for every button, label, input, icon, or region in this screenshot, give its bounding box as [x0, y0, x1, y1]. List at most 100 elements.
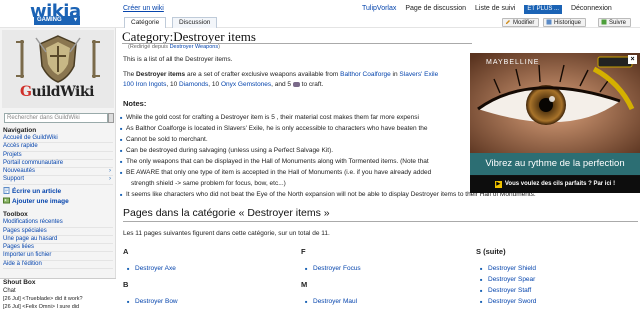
pencil-icon — [506, 20, 510, 24]
search-input[interactable]: Rechercher dans GuildWiki — [4, 113, 108, 123]
note-item: While the gold cost for crafting a Destr… — [120, 113, 419, 122]
hub-menu[interactable]: GAMING ▾ — [34, 16, 80, 25]
category-letter: F — [301, 247, 306, 256]
hub-label: GAMING — [37, 17, 62, 23]
tab-discussion[interactable]: Discussion — [172, 17, 218, 28]
balthor-link[interactable]: Balthor Coalforge — [340, 71, 391, 78]
sidebar: GuildWiki Rechercher dans GuildWiki Navi… — [0, 28, 116, 314]
iron-ingots-link[interactable]: 100 Iron Ingots — [123, 81, 166, 88]
toolbox-special-pages[interactable]: Pages spéciales — [3, 228, 113, 236]
shoutbox-chat-link[interactable]: Chat — [0, 287, 116, 295]
watchlist-link[interactable]: Liste de suivi — [475, 5, 515, 12]
nav-item-community-portal[interactable]: Portail communautaire — [3, 160, 113, 169]
ad-cta-label: Vous voulez des cils parfaits ? Par ici … — [504, 181, 616, 187]
close-icon[interactable]: × — [628, 55, 637, 64]
chevron-right-icon: › — [109, 168, 111, 175]
add-image-button[interactable]: Ajouter une image — [3, 197, 69, 205]
create-wiki-link[interactable]: Créer un wiki — [123, 5, 164, 12]
category-page-link[interactable]: Destroyer Spear — [476, 274, 636, 285]
note-item-continuation: strength shield -> same problem for focu… — [131, 180, 286, 187]
category-column: F Destroyer Focus M Destroyer Maul — [301, 247, 461, 307]
desc-text: , 10 — [208, 81, 221, 88]
toolbox-related-pages[interactable]: Pages liées — [3, 244, 113, 253]
category-page-link[interactable]: Destroyer Bow — [123, 296, 283, 307]
toolbox-recent-changes[interactable]: Modifications récentes — [3, 219, 113, 228]
eye-ad-image — [470, 53, 640, 153]
write-article-label: Écrire un article — [12, 188, 62, 195]
nav-item-quick-access[interactable]: Accès rapide — [3, 143, 113, 152]
nav-item-news[interactable]: Nouveautés › — [3, 168, 113, 177]
add-image-icon — [3, 197, 10, 204]
nav-item-support-label: Support — [3, 176, 25, 183]
desc-text: , 10 — [166, 81, 180, 88]
wiki-wordmark: GuildWiki — [20, 84, 94, 100]
category-page-link[interactable]: Destroyer Staff — [476, 285, 636, 296]
add-image-label: Ajouter une image — [12, 198, 69, 205]
toolbox: Toolbox Modifications récentes Pages spé… — [3, 211, 113, 270]
description-line-1: The Destroyer items are a set of crafter… — [123, 70, 438, 79]
edit-label: Modifier — [513, 20, 535, 26]
shoutbox: Shout Box Chat [26 Jul] <Trueblade> did … — [0, 278, 116, 314]
category-divider — [123, 221, 638, 222]
category-page-link[interactable]: Destroyer Focus — [301, 263, 461, 274]
onyx-link[interactable]: Onyx Gemstones — [221, 81, 271, 88]
category-column: S (suite) Destroyer Shield Destroyer Spe… — [476, 247, 636, 307]
toolbox-upload-file[interactable]: Importer un fichier — [3, 252, 113, 261]
follow-icon — [601, 19, 607, 25]
history-icon — [546, 19, 552, 25]
redirect-link[interactable]: Destroyer Weapons — [170, 44, 219, 50]
follow-label: Suivre — [609, 20, 627, 26]
category-letter: B — [123, 280, 129, 289]
edit-button[interactable]: Modifier — [502, 18, 540, 27]
tab-category[interactable]: Catégorie — [124, 17, 167, 28]
note-item: Cannot be sold to merchant. — [120, 135, 208, 144]
redirect-suffix: ) — [218, 44, 220, 50]
category-page-link[interactable]: Destroyer Axe — [123, 263, 283, 274]
nav-item-support[interactable]: Support › — [3, 176, 113, 185]
category-page-link[interactable]: Destroyer Sword — [476, 296, 636, 307]
nav-item-home[interactable]: Accueil de GuildWiki — [3, 135, 113, 144]
shoutbox-message: [26 Jul] <Felix Omni> I sure did — [3, 304, 80, 310]
note-item: Can be destroyed during salvaging (unles… — [120, 146, 333, 155]
shoutbox-message: [26 Jul] <Trueblade> did it work? — [3, 296, 83, 302]
arrow-right-icon: ▶ — [494, 181, 502, 188]
category-count: Les 11 pages suivantes figurent dans cet… — [123, 230, 330, 237]
category-page-link[interactable]: Destroyer Shield — [476, 263, 636, 274]
category-letter: M — [301, 280, 308, 289]
note-item: The only weapons that can be displayed i… — [120, 157, 429, 166]
nav-item-news-label: Nouveautés — [3, 168, 36, 175]
toolbox-heading: Toolbox — [3, 211, 28, 218]
add-page-icon — [3, 187, 10, 194]
write-article-button[interactable]: Écrire un article — [3, 187, 61, 195]
more-menu-button[interactable]: ET PLUS ... — [524, 5, 562, 14]
nav-item-projects[interactable]: Projets — [3, 152, 113, 160]
diamonds-link[interactable]: Diamonds — [179, 81, 208, 88]
chevron-down-icon: ▾ — [73, 17, 77, 23]
category-heading: Pages dans la catégorie « Destroyer item… — [123, 207, 330, 219]
description-line-2: 100 Iron Ingots, 10 Diamonds, 10 Onyx Ge… — [123, 80, 323, 89]
wiki-logo[interactable]: GuildWiki — [2, 30, 114, 108]
user-link[interactable]: TulipVorlax — [362, 5, 396, 12]
ecto-icon — [292, 82, 300, 87]
redirect-prefix: (Redirigé depuis — [128, 44, 170, 50]
desc-text: , and 5 — [271, 81, 293, 88]
intro-text: This is a list of all the Destroyer item… — [123, 56, 233, 63]
note-item: BE AWARE that only one type of item is a… — [120, 168, 431, 177]
desc-text: The — [123, 71, 137, 78]
slavers-exile-link[interactable]: Slavers' Exile — [399, 71, 438, 78]
toolbox-editing-help[interactable]: Aide à l'édition — [3, 261, 113, 270]
talk-page-link[interactable]: Page de discussion — [405, 5, 466, 12]
logout-link[interactable]: Déconnexion — [571, 5, 612, 12]
search-button[interactable] — [108, 113, 114, 123]
category-page-link[interactable]: Destroyer Maul — [301, 296, 461, 307]
history-label: Historique — [554, 20, 582, 26]
history-button[interactable]: Historique — [543, 18, 587, 27]
ad-tagline: Vibrez au rythme de la perfection — [470, 153, 640, 175]
navigation-list: Accueil de GuildWiki Accès rapide Projet… — [3, 135, 113, 185]
follow-button[interactable]: Suivre — [598, 18, 632, 27]
ad-cta[interactable]: ▶ Vous voulez des cils parfaits ? Par ici… — [470, 176, 640, 193]
advertisement[interactable]: MAYBELLINE × Vibrez au rythme de la perf… — [470, 53, 640, 193]
category-column: A Destroyer Axe B Destroyer Bow — [123, 247, 283, 307]
wordmark-rest: uildWiki — [31, 84, 94, 100]
toolbox-random-page[interactable]: Une page au hasard — [3, 236, 113, 245]
